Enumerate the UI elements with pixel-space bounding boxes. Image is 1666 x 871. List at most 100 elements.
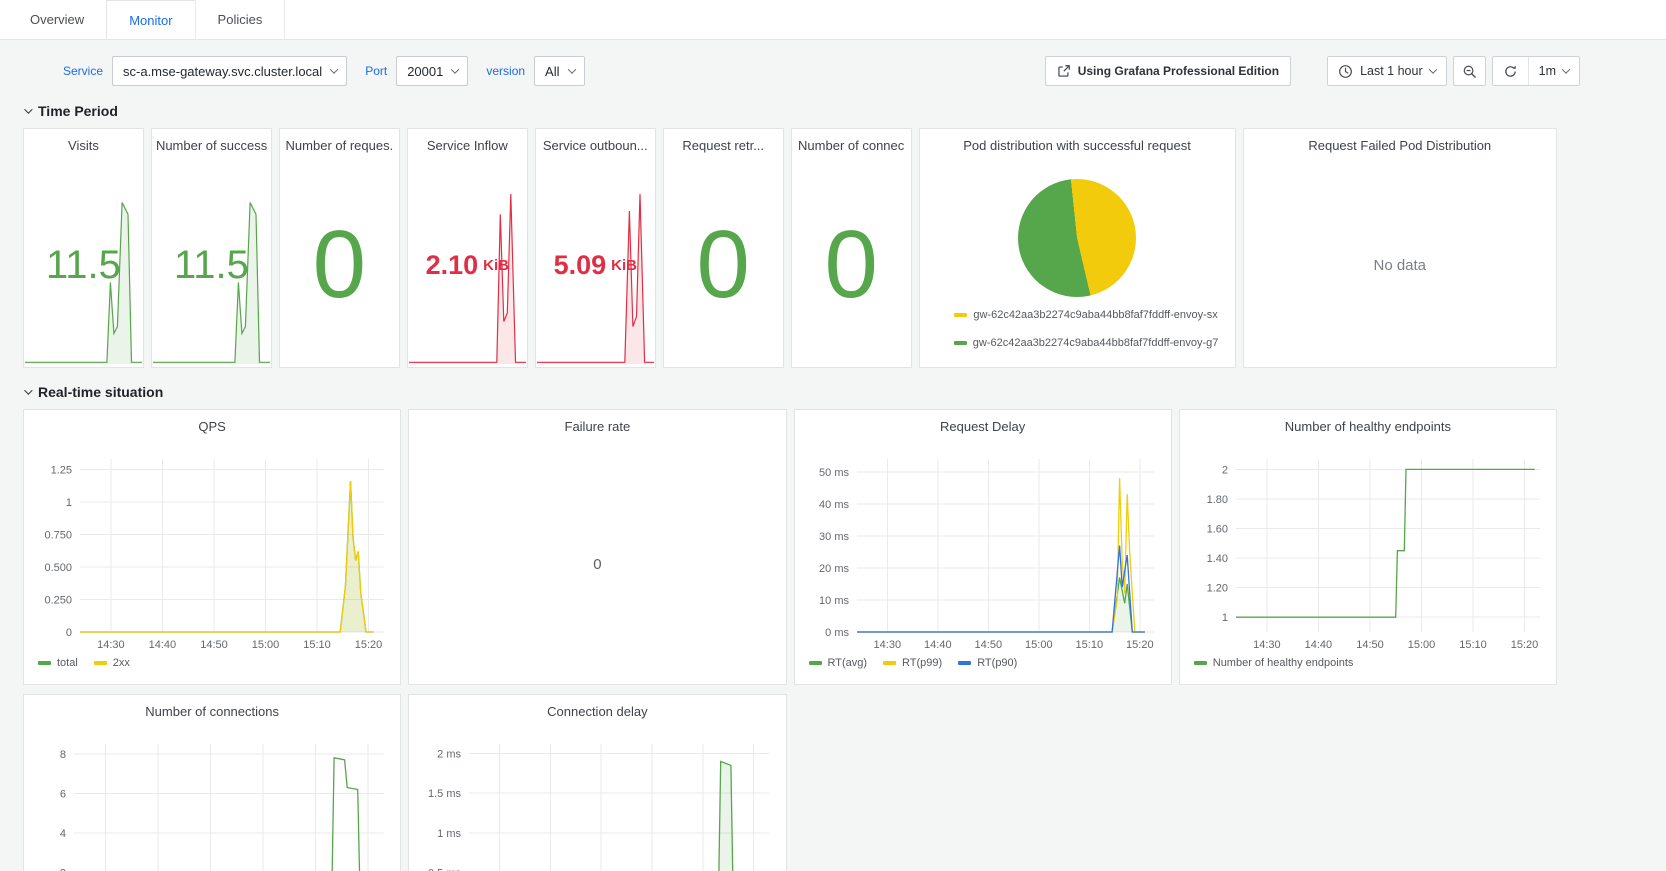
svg-text:6: 6: [60, 788, 66, 800]
legend-item[interactable]: gw-62c42aa3b2274c9aba44bb8faf7fddff-envo…: [954, 337, 1219, 349]
service-select[interactable]: sc-a.mse-gateway.svc.cluster.local: [112, 56, 347, 86]
svg-text:40 ms: 40 ms: [819, 499, 849, 511]
panel-title[interactable]: Number of reques.: [280, 129, 399, 163]
chart-svg: 14:3014:4014:5015:0015:1015:2002468: [32, 734, 392, 871]
legend-item[interactable]: RT(avg): [809, 657, 868, 669]
legend-swatch: [954, 313, 967, 317]
panel-title[interactable]: Request Failed Pod Distribution: [1244, 129, 1556, 163]
section-realtime[interactable]: Real-time situation: [24, 384, 1558, 400]
tab-policies[interactable]: Policies: [196, 0, 286, 39]
stat-value: 11.5: [152, 163, 271, 367]
connections-chart[interactable]: 14:3014:4014:5015:0015:1015:2002468: [32, 734, 392, 871]
qps-chart[interactable]: 14:3014:4014:5015:0015:1015:2000.2500.50…: [32, 449, 392, 654]
chart-svg: 14:3014:4014:5015:0015:1015:200 ms10 ms2…: [803, 449, 1163, 654]
request-delay-chart[interactable]: 14:3014:4014:5015:0015:1015:200 ms10 ms2…: [803, 449, 1163, 654]
grafana-edition-button[interactable]: Using Grafana Professional Edition: [1045, 56, 1291, 86]
panel-request-delay: Request Delay 14:3014:4014:5015:0015:101…: [794, 409, 1172, 685]
panel-title[interactable]: Request retr...: [664, 129, 783, 163]
panel-title[interactable]: Pod distribution with successful request: [920, 129, 1235, 163]
grafana-edition-label: Using Grafana Professional Edition: [1078, 64, 1279, 78]
svg-text:20 ms: 20 ms: [819, 563, 849, 575]
bottom-charts-row: Number of connections 14:3014:4014:5015:…: [23, 694, 1557, 871]
svg-text:30 ms: 30 ms: [819, 531, 849, 543]
version-select[interactable]: All: [534, 56, 584, 86]
healthy-endpoints-legend: Number of healthy endpoints: [1180, 654, 1556, 677]
legend-swatch: [883, 661, 896, 665]
svg-text:8: 8: [60, 749, 66, 761]
svg-text:2: 2: [60, 868, 66, 871]
svg-text:1.40: 1.40: [1206, 553, 1227, 565]
tab-overview[interactable]: Overview: [8, 0, 107, 39]
version-select-value: All: [545, 64, 559, 79]
panel-title[interactable]: Number of connec: [792, 129, 911, 163]
legend-item[interactable]: RT(p99): [883, 657, 942, 669]
legend-swatch: [1194, 661, 1207, 665]
port-select[interactable]: 20001: [396, 56, 468, 86]
panel-title[interactable]: Connection delay: [409, 695, 785, 729]
legend-item[interactable]: gw-62c42aa3b2274c9aba44bb8faf7fddff-envo…: [954, 309, 1217, 321]
legend-swatch: [94, 661, 107, 665]
collapse-chevron-icon: [24, 386, 32, 394]
svg-text:50 ms: 50 ms: [819, 467, 849, 479]
svg-text:1: 1: [1222, 612, 1228, 624]
legend-item[interactable]: RT(p90): [958, 657, 1017, 669]
svg-text:15:20: 15:20: [1126, 639, 1154, 651]
panel-failed-pod-distribution: Request Failed Pod Distribution No data: [1243, 128, 1557, 368]
panel-title[interactable]: Number of connections: [24, 695, 400, 729]
svg-text:15:00: 15:00: [1407, 639, 1435, 651]
version-label: version: [486, 64, 525, 78]
connection-delay-chart[interactable]: 14:3014:4014:5015:0015:1015:200 ms0.5 ms…: [417, 734, 777, 871]
panel-title[interactable]: Number of healthy endpoints: [1180, 410, 1556, 444]
refresh-controls: 1m: [1492, 56, 1580, 86]
chevron-down-icon: [1428, 65, 1436, 73]
legend-swatch: [809, 661, 822, 665]
zoom-out-icon: [1462, 64, 1477, 79]
refresh-button[interactable]: [1493, 57, 1528, 85]
chart-svg: 14:3014:4014:5015:0015:1015:2000.2500.50…: [32, 449, 392, 654]
panel-title[interactable]: Number of success: [152, 129, 271, 163]
time-range-picker[interactable]: Last 1 hour: [1327, 56, 1447, 86]
legend-item[interactable]: Number of healthy endpoints: [1194, 657, 1354, 669]
svg-text:0 ms: 0 ms: [825, 627, 849, 639]
panel-title[interactable]: Service Inflow: [408, 129, 527, 163]
refresh-interval-select[interactable]: 1m: [1528, 57, 1579, 85]
stat-number: 5.09: [554, 250, 607, 281]
legend-item[interactable]: total: [38, 657, 78, 669]
svg-text:2: 2: [1222, 464, 1228, 476]
stat-number: 2.10: [426, 250, 479, 281]
chevron-down-icon: [451, 65, 459, 73]
stats-row: Visits 11.5 Number of success 11.5 Numbe…: [23, 128, 1557, 368]
chevron-down-icon: [567, 65, 575, 73]
qps-legend: total 2xx: [24, 654, 400, 677]
tab-monitor[interactable]: Monitor: [106, 0, 195, 39]
stat-value: 5.09 KiB: [536, 163, 655, 367]
panel-qps: QPS 14:3014:4014:5015:0015:1015:2000.250…: [23, 409, 401, 685]
panel-request-retries: Request retr... 0: [663, 128, 784, 368]
panel-title[interactable]: Service outboun...: [536, 129, 655, 163]
panel-title[interactable]: Visits: [24, 129, 143, 163]
legend-item[interactable]: 2xx: [94, 657, 130, 669]
healthy-endpoints-chart[interactable]: 14:3014:4014:5015:0015:1015:2011.201.401…: [1188, 449, 1548, 654]
svg-text:14:30: 14:30: [873, 639, 901, 651]
panel-title[interactable]: Failure rate: [409, 410, 785, 444]
external-link-icon: [1057, 64, 1071, 78]
svg-text:15:10: 15:10: [303, 639, 331, 651]
panel-title[interactable]: Request Delay: [795, 410, 1171, 444]
svg-text:1.25: 1.25: [51, 464, 72, 476]
chart-svg: 14:3014:4014:5015:0015:1015:200 ms0.5 ms…: [417, 734, 777, 871]
pie-chart[interactable]: [1018, 179, 1136, 297]
svg-text:2 ms: 2 ms: [437, 749, 461, 761]
section-time-period[interactable]: Time Period: [24, 103, 1558, 119]
svg-text:1.60: 1.60: [1206, 524, 1227, 536]
svg-text:1.5 ms: 1.5 ms: [428, 788, 462, 800]
svg-text:14:50: 14:50: [974, 639, 1002, 651]
svg-text:0.250: 0.250: [44, 595, 72, 607]
legend-swatch: [38, 661, 51, 665]
zoom-out-button[interactable]: [1453, 56, 1486, 86]
no-data-message: No data: [1244, 163, 1556, 367]
stat-value: 2.10 KiB: [408, 163, 527, 367]
panel-title[interactable]: QPS: [24, 410, 400, 444]
svg-text:1: 1: [66, 497, 72, 509]
svg-text:14:50: 14:50: [1356, 639, 1384, 651]
legend-swatch: [958, 661, 971, 665]
